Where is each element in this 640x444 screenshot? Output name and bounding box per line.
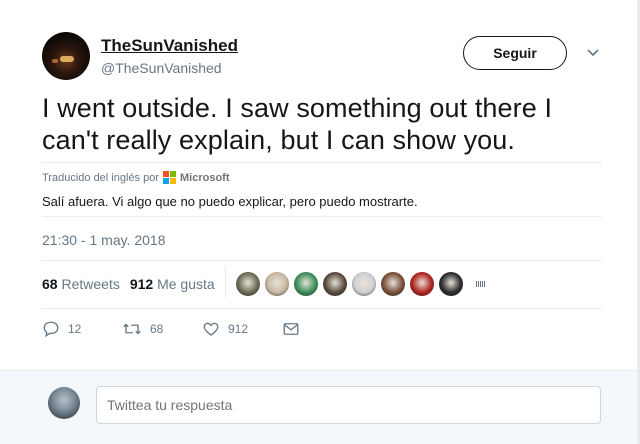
retweet-button[interactable]: 68 xyxy=(122,320,202,338)
heart-icon xyxy=(203,322,219,336)
divider xyxy=(42,308,602,309)
avatar-glow xyxy=(60,56,74,62)
liker-avatar[interactable] xyxy=(439,272,463,296)
author-handle[interactable]: @TheSunVanished xyxy=(101,60,222,76)
translator-name: Microsoft xyxy=(180,171,230,184)
like-count: 912 xyxy=(228,322,249,336)
tweet-card: TheSunVanished @TheSunVanished Seguir I … xyxy=(0,0,640,370)
like-button[interactable]: 912 xyxy=(202,320,282,338)
tweet-actions: 12 68 912 xyxy=(42,320,362,338)
likers-avatars xyxy=(236,272,486,296)
reply-button[interactable]: 12 xyxy=(42,320,122,338)
reply-input[interactable] xyxy=(96,386,601,424)
liker-avatar[interactable] xyxy=(381,272,405,296)
divider xyxy=(42,162,602,163)
reply-composer xyxy=(0,370,640,444)
liker-avatar[interactable] xyxy=(265,272,289,296)
divider xyxy=(42,216,602,217)
author-display-name[interactable]: TheSunVanished xyxy=(101,36,238,56)
liker-avatar[interactable] xyxy=(236,272,260,296)
translation-attribution: Traducido del inglés por Microsoft xyxy=(42,171,230,184)
likes-stat[interactable]: 912 Me gusta xyxy=(130,276,215,292)
retweets-count: 68 xyxy=(42,276,58,292)
more-likers-icon[interactable] xyxy=(476,280,486,288)
likes-count: 912 xyxy=(129,276,154,292)
microsoft-logo-icon xyxy=(163,171,176,184)
current-user-avatar xyxy=(48,387,80,419)
tweet-text: I went outside. I saw something out ther… xyxy=(42,93,553,155)
liker-avatar[interactable] xyxy=(410,272,434,296)
retweets-label: Retweets xyxy=(61,276,120,292)
translated-by-label: Traducido del inglés por xyxy=(42,171,159,184)
retweet-icon xyxy=(123,323,141,335)
tweet-stats: 68 Retweets 912 Me gusta xyxy=(42,276,215,292)
liker-avatar[interactable] xyxy=(323,272,347,296)
reply-icon xyxy=(43,321,59,338)
author-avatar[interactable] xyxy=(42,32,90,80)
avatar-glow-small xyxy=(52,59,58,63)
translated-text: Salí afuera. Vi algo que no puedo explic… xyxy=(42,194,418,209)
tweet-timestamp[interactable]: 21:30 - 1 may. 2018 xyxy=(42,232,165,248)
direct-message-button[interactable] xyxy=(282,321,362,337)
stats-separator xyxy=(225,266,226,298)
retweet-count: 68 xyxy=(150,322,164,336)
divider xyxy=(42,260,602,261)
retweets-stat[interactable]: 68 Retweets xyxy=(42,276,120,292)
envelope-icon xyxy=(283,323,299,335)
liker-avatar[interactable] xyxy=(294,272,318,296)
chevron-down-icon[interactable] xyxy=(586,48,600,58)
follow-button[interactable]: Seguir xyxy=(463,36,567,70)
likes-label: Me gusta xyxy=(157,276,215,292)
liker-avatar[interactable] xyxy=(352,272,376,296)
reply-count: 12 xyxy=(68,322,82,336)
